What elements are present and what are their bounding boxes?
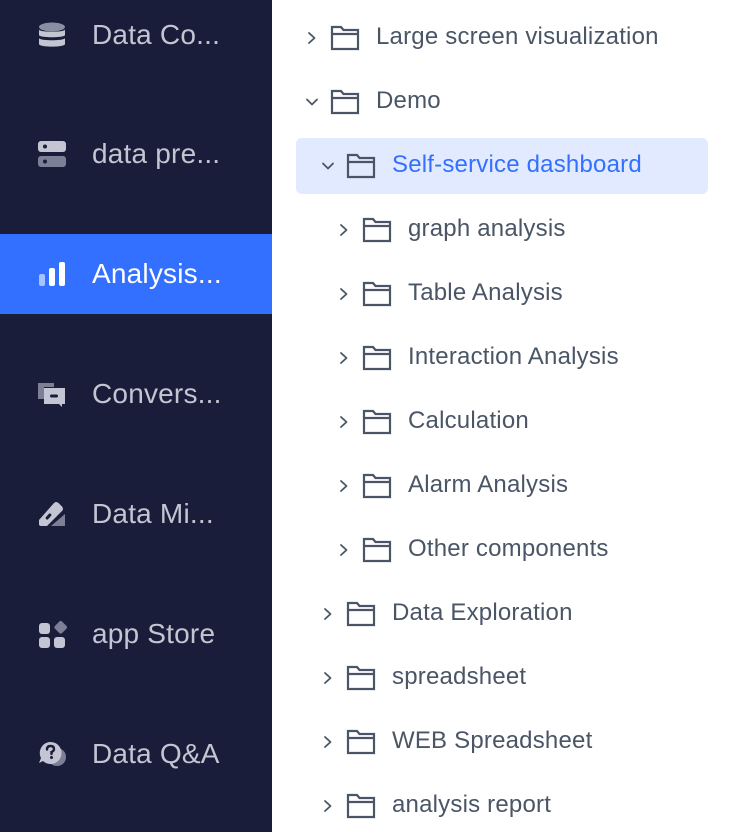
tree-node-label: Demo	[376, 87, 441, 114]
folder-icon	[346, 729, 376, 755]
folder-icon	[330, 89, 360, 115]
server-icon	[37, 139, 67, 169]
tree-node[interactable]: spreadsheet	[296, 650, 708, 706]
chevron-down-icon[interactable]	[304, 94, 320, 110]
sidebar-item-data-mining[interactable]: Data Mi...	[0, 474, 272, 554]
folder-icon	[330, 25, 360, 51]
tree-node-label: Interaction Analysis	[408, 343, 619, 370]
chat-bubbles-icon	[37, 379, 67, 409]
sidebar-item-label: Analysis...	[92, 258, 222, 289]
question-bubble-icon	[37, 739, 67, 769]
tree-node-label: analysis report	[392, 791, 552, 818]
tree-node-label: Data Exploration	[392, 599, 573, 626]
tree-node-label: Alarm Analysis	[408, 471, 569, 498]
chevron-right-icon[interactable]	[336, 542, 352, 558]
folder-icon	[362, 537, 392, 563]
sidebar-item-label: Data Co...	[92, 19, 221, 50]
tree-node[interactable]: graph analysis	[296, 202, 708, 258]
pencil-icon	[37, 499, 67, 529]
sidebar-item-data-connection[interactable]: Data Co...	[0, 0, 272, 75]
chevron-right-icon[interactable]	[320, 670, 336, 686]
apps-grid-icon	[37, 619, 67, 649]
bar-chart-icon	[37, 259, 67, 289]
folder-icon	[346, 665, 376, 691]
sidebar-item-label: Convers...	[92, 378, 222, 409]
sidebar-item-data-qa[interactable]: Data Q&A	[0, 714, 272, 794]
chevron-right-icon[interactable]	[304, 30, 320, 46]
sidebar-item-label: app Store	[92, 618, 216, 649]
sidebar-item-label: Data Mi...	[92, 498, 214, 529]
chevron-right-icon[interactable]	[320, 606, 336, 622]
folder-icon	[346, 153, 376, 179]
tree-node[interactable]: Demo	[296, 74, 708, 130]
tree-node[interactable]: Other components	[296, 522, 708, 578]
tree-node[interactable]: WEB Spreadsheet	[296, 714, 708, 770]
sidebar-item-label: Data Q&A	[92, 738, 220, 769]
sidebar-item-app-store[interactable]: app Store	[0, 594, 272, 674]
tree-node[interactable]: analysis report	[296, 778, 708, 832]
chevron-right-icon[interactable]	[336, 222, 352, 238]
tree-node-label: Self-service dashboard	[392, 151, 642, 178]
tree-node[interactable]: Self-service dashboard	[296, 138, 708, 194]
folder-icon	[362, 281, 392, 307]
folder-icon	[362, 345, 392, 371]
tree-node-label: Table Analysis	[408, 279, 563, 306]
sidebar-item-data-preparation[interactable]: data pre...	[0, 114, 272, 194]
tree-node-label: Large screen visualization	[376, 23, 659, 50]
sidebar-nav: Data Co... data pre... Analysis... Conve…	[0, 0, 272, 832]
chevron-right-icon[interactable]	[336, 286, 352, 302]
tree-node[interactable]: Data Exploration	[296, 586, 708, 642]
tree-node-label: spreadsheet	[392, 663, 527, 690]
chevron-down-icon[interactable]	[320, 158, 336, 174]
sidebar-item-conversation[interactable]: Convers...	[0, 354, 272, 434]
chevron-right-icon[interactable]	[336, 478, 352, 494]
sidebar-item-analysis[interactable]: Analysis...	[0, 234, 272, 314]
folder-icon	[362, 409, 392, 435]
chevron-right-icon[interactable]	[320, 798, 336, 814]
tree-node[interactable]: Table Analysis	[296, 266, 708, 322]
database-icon	[37, 20, 67, 50]
folder-icon	[362, 473, 392, 499]
folder-icon	[362, 217, 392, 243]
tree-node[interactable]: Interaction Analysis	[296, 330, 708, 386]
tree-node[interactable]: Alarm Analysis	[296, 458, 708, 514]
folder-icon	[346, 793, 376, 819]
chevron-right-icon[interactable]	[336, 414, 352, 430]
folder-icon	[346, 601, 376, 627]
tree-node-label: Calculation	[408, 407, 529, 434]
folder-tree: Large screen visualization Demo Self-servi…	[272, 0, 732, 832]
tree-node-label: graph analysis	[408, 215, 566, 242]
tree-node[interactable]: Large screen visualization	[296, 10, 708, 66]
sidebar-item-label: data pre...	[92, 138, 221, 169]
app-window: Data Co... data pre... Analysis... Conve…	[0, 0, 732, 832]
chevron-right-icon[interactable]	[320, 734, 336, 750]
tree-node[interactable]: Calculation	[296, 394, 708, 450]
chevron-right-icon[interactable]	[336, 350, 352, 366]
tree-node-label: WEB Spreadsheet	[392, 727, 593, 754]
tree-node-label: Other components	[408, 535, 609, 562]
